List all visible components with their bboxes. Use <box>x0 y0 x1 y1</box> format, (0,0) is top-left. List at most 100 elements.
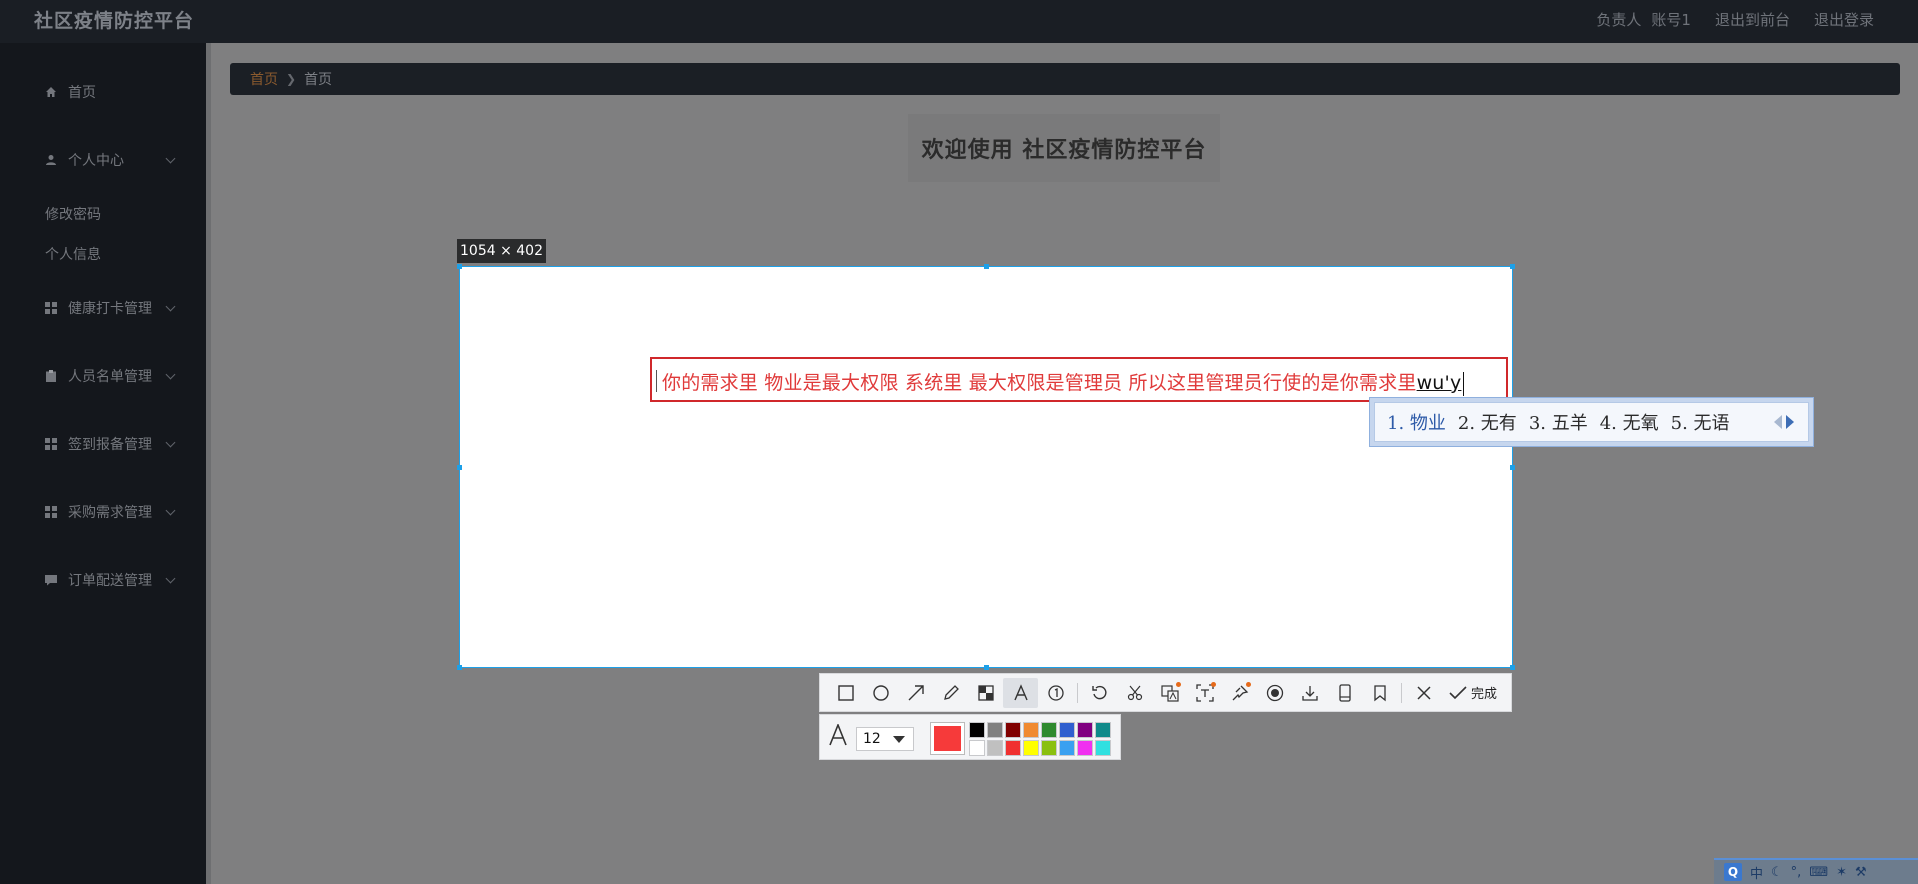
phone-icon <box>1338 683 1351 702</box>
save-button[interactable] <box>1292 678 1327 708</box>
punctuation-icon[interactable]: °, <box>1791 865 1802 880</box>
color-swatch[interactable] <box>969 740 985 756</box>
text-style-bar: 12 <box>819 714 1121 760</box>
translate-button[interactable] <box>1152 678 1187 708</box>
chat-icon <box>45 574 57 586</box>
ime-candidate-list: 1. 物业 2. 无有 3. 五羊 4. 无氧 5. 无语 <box>1374 402 1809 442</box>
settings-icon[interactable]: ⚒ <box>1855 865 1867 880</box>
font-size-select[interactable]: 12 <box>856 727 914 751</box>
undo-button[interactable] <box>1082 678 1117 708</box>
keyboard-icon[interactable]: ⌨ <box>1809 865 1828 880</box>
logout-link[interactable]: 退出登录 <box>1814 9 1874 30</box>
capture-region[interactable] <box>457 264 1515 670</box>
sidebar-item-label: 首页 <box>68 85 96 101</box>
ime-candidate[interactable]: 1. 物业 <box>1387 409 1446 435</box>
color-swatch[interactable] <box>1023 740 1039 756</box>
color-swatch[interactable] <box>1005 722 1021 738</box>
record-button[interactable] <box>1257 678 1292 708</box>
ime-candidate[interactable]: 5. 无语 <box>1671 409 1730 435</box>
user-info: 负责人 账号1 <box>1596 9 1691 30</box>
color-swatch[interactable] <box>1023 722 1039 738</box>
color-swatch[interactable] <box>1059 722 1075 738</box>
resize-handle[interactable] <box>984 264 989 269</box>
chevron-right-icon: ❯ <box>286 72 297 86</box>
arrow-tool-button[interactable] <box>898 678 933 708</box>
current-color-swatch[interactable] <box>930 722 965 755</box>
next-page-icon[interactable] <box>1786 415 1794 429</box>
ime-candidate[interactable]: 2. 无有 <box>1458 409 1517 435</box>
prev-page-icon[interactable] <box>1774 415 1782 429</box>
number-marker-button[interactable] <box>1038 678 1073 708</box>
sidebar-item-signin-report[interactable]: 签到报备管理 <box>0 424 206 464</box>
done-button[interactable]: 完成 <box>1441 683 1505 702</box>
welcome-banner: 欢迎使用 社区疫情防控平台 <box>908 114 1220 182</box>
annotation-text: 你的需求里 物业是最大权限 系统里 最大权限是管理员 所以这里管理员行使的是你需… <box>662 368 1465 396</box>
pen-tool-button[interactable] <box>933 678 968 708</box>
ocr-button[interactable] <box>1187 678 1222 708</box>
record-icon <box>1266 684 1283 701</box>
chevron-down-icon <box>165 153 176 163</box>
ime-logo-icon[interactable]: Q <box>1724 863 1742 881</box>
chevron-down-icon <box>165 301 176 311</box>
sidebar-item-health-checkin[interactable]: 健康打卡管理 <box>0 288 206 328</box>
sidebar-item-personnel-list[interactable]: 人员名单管理 <box>0 356 206 396</box>
ime-candidate[interactable]: 4. 无氧 <box>1600 409 1659 435</box>
color-swatch[interactable] <box>987 722 1003 738</box>
sidebar-item-label: 采购需求管理 <box>68 505 152 521</box>
ime-candidate[interactable]: 3. 五羊 <box>1529 409 1588 435</box>
text-cursor-icon <box>656 370 658 392</box>
send-to-phone-button[interactable] <box>1327 678 1362 708</box>
resize-handle[interactable] <box>984 665 989 670</box>
rectangle-icon <box>837 684 854 701</box>
moon-icon[interactable]: ☾ <box>1771 865 1783 880</box>
breadcrumb-current: 首页 <box>304 72 333 88</box>
bookmark-icon <box>1373 684 1386 701</box>
breadcrumb-home-link[interactable]: 首页 <box>250 69 278 89</box>
color-swatch[interactable] <box>1005 740 1021 756</box>
mosaic-tool-button[interactable] <box>968 678 1003 708</box>
color-swatch[interactable] <box>1077 722 1093 738</box>
color-swatch[interactable] <box>1041 722 1057 738</box>
color-swatch[interactable] <box>1041 740 1057 756</box>
text-tool-button[interactable] <box>1003 677 1038 708</box>
bookmark-button[interactable] <box>1362 678 1397 708</box>
resize-handle[interactable] <box>457 665 462 670</box>
exit-to-front-link[interactable]: 退出到前台 <box>1715 9 1790 30</box>
capture-size-label: 1054 × 402 <box>457 239 546 263</box>
top-links: 负责人 账号1 退出到前台 退出登录 <box>1596 9 1874 30</box>
color-swatch[interactable] <box>1077 740 1093 756</box>
brand-title: 社区疫情防控平台 <box>34 10 195 32</box>
ime-paging <box>1774 415 1794 429</box>
color-swatch[interactable] <box>969 722 985 738</box>
user-account: 账号1 <box>1651 11 1691 29</box>
user-icon <box>45 154 57 166</box>
chevron-down-icon <box>165 369 176 379</box>
ellipse-tool-button[interactable] <box>863 678 898 708</box>
color-swatch[interactable] <box>1095 722 1111 738</box>
done-label: 完成 <box>1471 687 1498 702</box>
new-badge <box>1176 681 1181 687</box>
resize-handle[interactable] <box>457 264 462 269</box>
sidebar-item-purchase-demand[interactable]: 采购需求管理 <box>0 492 206 532</box>
color-swatch[interactable] <box>1059 740 1075 756</box>
sidebar-item-home[interactable]: 首页 <box>0 72 206 112</box>
resize-handle[interactable] <box>1510 264 1515 269</box>
annotation-text-input[interactable]: 你的需求里 物业是最大权限 系统里 最大权限是管理员 所以这里管理员行使的是你需… <box>650 357 1508 402</box>
sidebar-item-order-delivery[interactable]: 订单配送管理 <box>0 560 206 600</box>
skin-icon[interactable]: ✶ <box>1836 865 1847 880</box>
dropdown-arrow-icon <box>893 736 905 743</box>
pin-button[interactable] <box>1222 678 1257 708</box>
resize-handle[interactable] <box>457 465 462 470</box>
sidebar-subitem-change-password[interactable]: 修改密码 <box>45 204 101 224</box>
sidebar-subitem-personal-info[interactable]: 个人信息 <box>45 244 101 264</box>
resize-handle[interactable] <box>1510 465 1515 470</box>
ime-mode-indicator[interactable]: 中 <box>1750 863 1763 882</box>
color-swatch[interactable] <box>987 740 1003 756</box>
resize-handle[interactable] <box>1510 665 1515 670</box>
rectangle-tool-button[interactable] <box>828 678 863 708</box>
cancel-button[interactable] <box>1406 678 1441 708</box>
breadcrumb: 首页 ❯ 首页 <box>230 63 1900 95</box>
color-swatch[interactable] <box>1095 740 1111 756</box>
cut-button[interactable] <box>1117 678 1152 708</box>
sidebar-item-personal-center[interactable]: 个人中心 <box>0 140 206 180</box>
